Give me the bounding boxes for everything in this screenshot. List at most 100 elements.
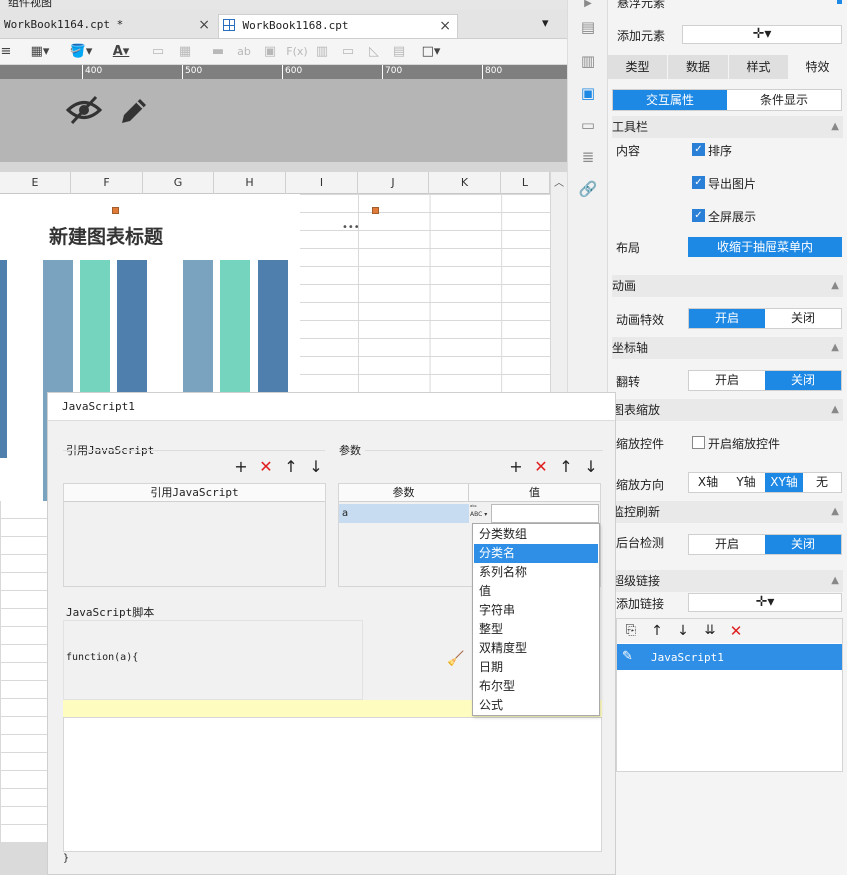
link-list-item[interactable]: ✎ JavaScript1 [617,644,842,670]
copy-icon[interactable]: ⎘ [624,623,638,639]
bg-check-off[interactable]: 关闭 [765,535,841,554]
section-toolbar[interactable]: 工具栏 ▲ [612,116,843,138]
widget-icon[interactable]: ▭ [578,115,598,135]
tab-effect[interactable]: 特效 [789,55,847,79]
text-icon[interactable]: ab [235,43,253,61]
expand-icon[interactable]: ▶ [578,0,598,14]
format-brush-icon[interactable]: 🧹 [447,651,464,667]
floating-element-icon[interactable]: ▣ [578,83,598,103]
ref-js-table[interactable]: 引用JavaScript [63,483,326,587]
cell-element-icon[interactable]: ▥ [578,51,598,71]
column-header-cell[interactable]: J [358,172,429,194]
dropdown-option[interactable]: 系列名称 [474,563,598,582]
dropdown-option[interactable]: 整型 [474,620,598,639]
dropdown-option[interactable]: 分类数组 [474,525,598,544]
export-checkbox[interactable]: ✓ [692,176,705,189]
freeze-icon[interactable]: ▭ [150,43,166,61]
zoom-y[interactable]: Y轴 [727,473,765,492]
close-icon[interactable]: × [439,15,451,37]
add-link-button[interactable]: ✛▾ [688,593,842,612]
type-picker-icon[interactable]: ᵃᵇᶜ ABC ▾ [470,504,489,523]
chart-icon[interactable]: ▥ [313,43,331,61]
fill-color-icon[interactable]: 🪣▾ [66,43,96,61]
sort-checkbox[interactable]: ✓ [692,143,705,156]
condition-icon[interactable]: ≣ [578,147,598,167]
tab-style[interactable]: 样式 [729,55,789,79]
zoom-control-checkbox[interactable] [692,436,705,449]
dropdown-option[interactable]: 双精度型 [474,639,598,658]
param-value-input[interactable] [491,504,599,523]
column-header-cell[interactable]: I [286,172,358,194]
dropdown-option[interactable]: 分类名 [474,544,598,563]
edit-icon[interactable]: ✎ [622,649,633,664]
formula-icon[interactable]: F(x) [286,43,308,61]
hide-icon[interactable] [66,95,102,125]
hyperlink-icon[interactable]: 🔗 [578,179,598,199]
table-icon[interactable]: ▦ [177,43,193,61]
delete-icon[interactable]: ✕ [729,623,743,639]
layout-select[interactable]: 收缩于抽屉菜单内 [688,237,842,257]
sub-report-icon[interactable]: ▤ [391,43,407,61]
script-editor[interactable] [63,717,602,852]
resize-handle[interactable] [372,207,379,214]
zoom-x[interactable]: X轴 [689,473,727,492]
tab-workbook1168[interactable]: WorkBook1168.cpt × [218,14,458,38]
border-icon[interactable]: □▾ [416,43,446,61]
column-header-cell[interactable]: G [143,172,214,194]
delete-icon[interactable]: ✕ [259,459,273,475]
column-header-cell[interactable]: L [501,172,550,194]
zoom-none[interactable]: 无 [803,473,841,492]
param-type-dropdown[interactable]: 分类数组 分类名 系列名称 值 字符串 整型 双精度型 日期 布尔型 公式 [472,523,600,716]
edit-pencil-icon[interactable] [118,95,150,127]
add-element-button[interactable]: ✛▾ [682,25,842,44]
move-up-icon[interactable]: ↑ [650,623,664,639]
dropdown-option[interactable]: 布尔型 [474,677,598,696]
section-hyperlink[interactable]: 超级链接 ▲ [612,570,843,592]
scroll-up-icon[interactable]: ︿ [554,174,564,189]
section-axis[interactable]: 坐标轴 ▲ [612,337,843,359]
bg-check-on[interactable]: 开启 [689,535,765,554]
align-icon[interactable]: ≡ [0,43,12,61]
close-icon[interactable]: × [198,14,210,36]
section-monitor[interactable]: 监控刷新 ▲ [612,501,843,523]
flip-off[interactable]: 关闭 [765,371,841,390]
dropdown-option[interactable]: 日期 [474,658,598,677]
animation-on[interactable]: 开启 [689,309,765,328]
sub-tab-interaction[interactable]: 交互属性 [613,90,727,110]
section-zoom[interactable]: 图表缩放 ▲ [612,399,843,421]
tab-data[interactable]: 数据 [668,55,729,79]
dropdown-option[interactable]: 值 [474,582,598,601]
sort-icon[interactable]: ⇊ [703,623,717,639]
tab-workbook1164[interactable]: WorkBook1164.cpt * × [0,14,216,38]
fullscreen-checkbox[interactable]: ✓ [692,209,705,222]
move-down-icon[interactable]: ↓ [309,459,323,475]
move-up-icon[interactable]: ↑ [284,459,298,475]
add-icon[interactable]: + [234,459,248,475]
move-down-icon[interactable]: ↓ [676,623,690,639]
image-icon[interactable]: ▣ [261,43,279,61]
insert-row-icon[interactable]: ▬ [208,43,228,61]
border-grid-icon[interactable]: ▦▾ [26,43,54,61]
tab-menu-icon[interactable]: ▾ [542,16,549,31]
picture-icon[interactable]: ▭ [339,43,357,61]
dropdown-option[interactable]: 字符串 [474,601,598,620]
column-header-cell[interactable]: K [429,172,501,194]
resize-handle[interactable] [112,207,119,214]
cell-attr-icon[interactable]: ▤ [578,17,598,37]
move-down-icon[interactable]: ↓ [584,459,598,475]
chart-title[interactable]: 新建图表标题 [49,222,163,249]
tab-type[interactable]: 类型 [608,55,668,79]
zoom-xy[interactable]: XY轴 [765,473,803,492]
move-up-icon[interactable]: ↑ [559,459,573,475]
animation-off[interactable]: 关闭 [765,309,841,328]
delete-icon[interactable]: ✕ [534,459,548,475]
column-header-cell[interactable]: E [0,172,71,194]
slash-icon[interactable]: ◺ [365,43,383,61]
more-icon[interactable]: ••• [342,222,360,233]
sub-tab-condition[interactable]: 条件显示 [727,90,841,110]
param-name-cell[interactable]: a [339,504,469,523]
flip-on[interactable]: 开启 [689,371,765,390]
column-header-cell[interactable]: H [214,172,286,194]
font-color-icon[interactable]: A▾ [106,43,136,61]
column-header-cell[interactable]: F [71,172,143,194]
